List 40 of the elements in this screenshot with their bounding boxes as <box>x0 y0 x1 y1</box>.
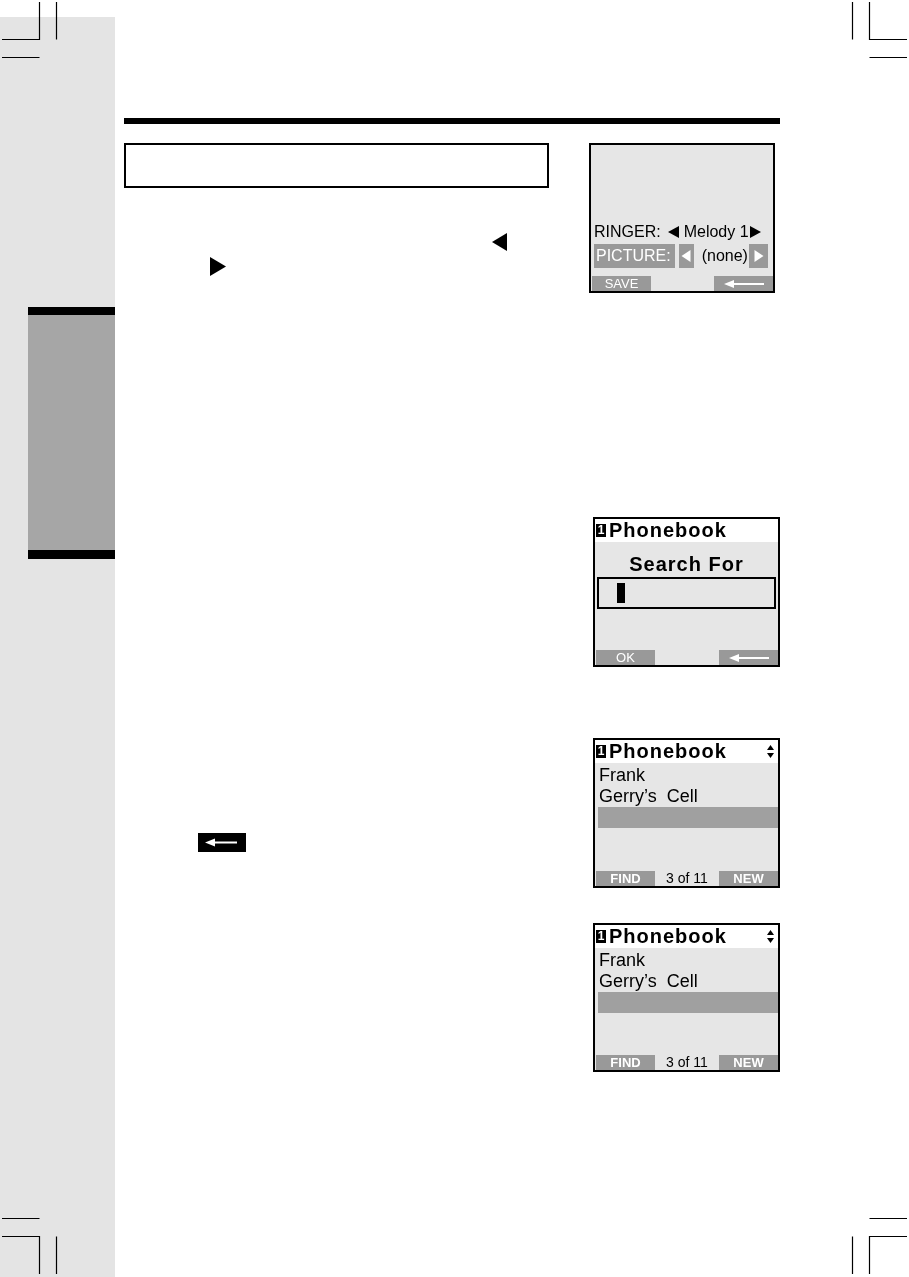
list-row[interactable]: Gerry’s Cell <box>598 786 778 807</box>
softkey-button[interactable]: FIND <box>596 871 655 886</box>
field-label: RINGER: <box>594 222 661 242</box>
left-triangle-icon <box>667 226 679 238</box>
screen-title: Phonebook <box>609 740 727 763</box>
left-triangle-icon <box>492 233 507 251</box>
screen-title: Phonebook <box>609 519 727 542</box>
handset-badge: 1 <box>596 524 606 537</box>
text-cursor-icon <box>617 583 625 603</box>
crop-mark <box>851 1218 907 1274</box>
softkey-button[interactable]: NEW <box>719 871 778 886</box>
softkey-button[interactable]: SAVE <box>592 276 651 291</box>
field-value: (none) <box>701 246 748 266</box>
handset-badge: 1 <box>596 930 606 943</box>
screen-title: Phonebook <box>609 925 727 948</box>
field-label: PICTURE: <box>594 244 675 268</box>
back-arrow-icon <box>723 279 764 288</box>
back-button[interactable] <box>714 276 773 291</box>
softkey-button[interactable]: NEW <box>719 1055 778 1070</box>
back-arrow-icon <box>728 653 769 662</box>
search-prompt: Search For <box>629 553 744 575</box>
crop-mark <box>2 1218 58 1274</box>
search-field[interactable] <box>597 577 776 609</box>
back-key-icon <box>198 833 246 852</box>
field-value: Melody 1 <box>683 222 749 242</box>
list-row[interactable]: Frank <box>598 950 778 971</box>
softkey-button[interactable]: OK <box>596 650 655 665</box>
list-row[interactable]: Gerry’s Cell <box>598 971 778 992</box>
back-button[interactable] <box>719 650 778 665</box>
up-down-arrows-icon <box>767 930 774 943</box>
crop-mark <box>851 2 907 58</box>
softkey-button[interactable]: FIND <box>596 1055 655 1070</box>
crop-mark <box>2 2 58 58</box>
handset-badge: 1 <box>596 745 606 758</box>
right-triangle-icon <box>210 257 226 276</box>
up-down-arrows-icon <box>767 745 774 758</box>
entry-counter: 3 of 11 <box>666 871 708 886</box>
list-row[interactable]: Frank <box>598 765 778 786</box>
entry-counter: 3 of 11 <box>666 1055 708 1070</box>
right-triangle-icon <box>749 226 761 238</box>
